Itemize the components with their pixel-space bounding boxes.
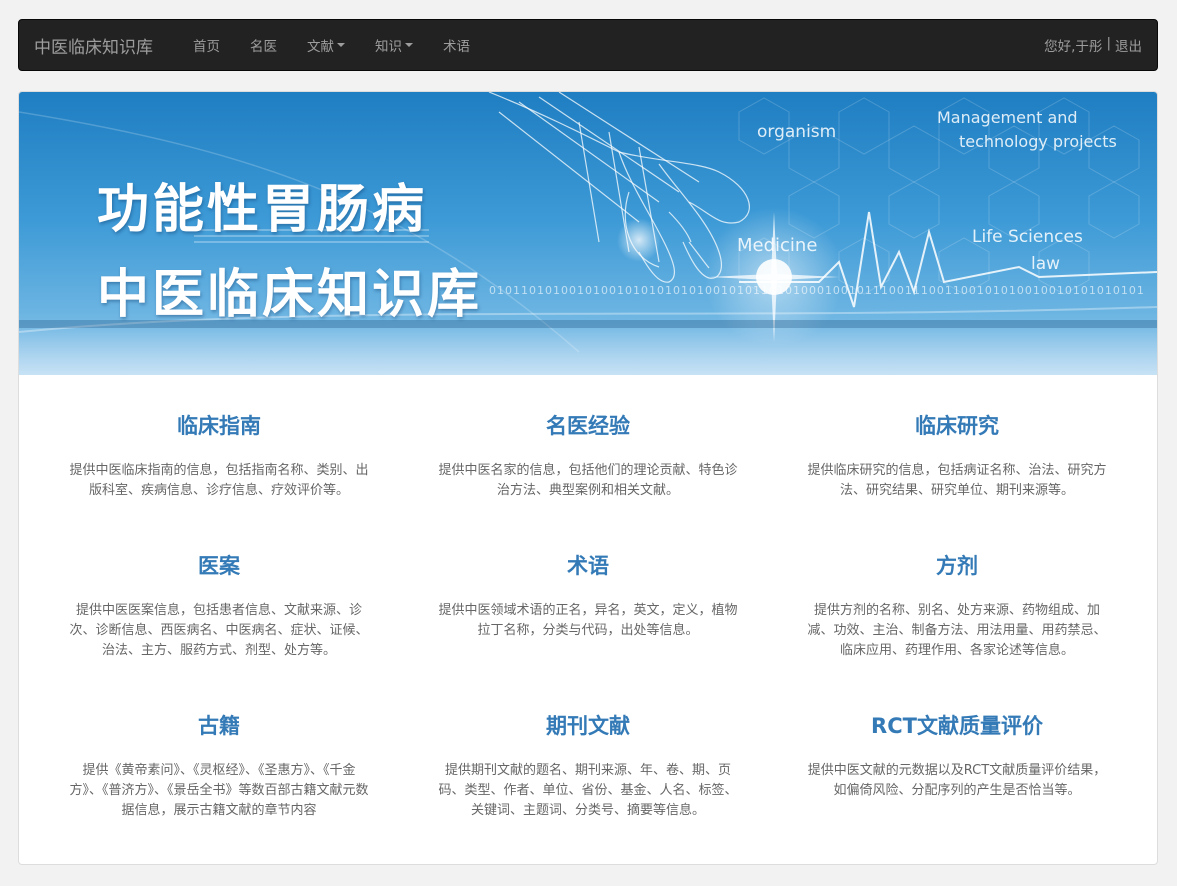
feature-description: 提供中医医案信息，包括患者信息、文献来源、诊次、诊断信息、西医病名、中医病名、症… bbox=[69, 603, 369, 658]
nav-knowledge-dropdown[interactable]: 知识 bbox=[360, 35, 428, 55]
banner-deco-management: Management and bbox=[937, 108, 1078, 127]
feature-description: 提供方剂的名称、别名、处方来源、药物组成、加减、功效、主治、制备方法、用法用量、… bbox=[807, 603, 1107, 658]
user-area: 您好,于彤 | 退出 bbox=[1044, 35, 1142, 55]
banner-title-line1: 功能性胃肠病 bbox=[97, 180, 428, 240]
nav-literature-label: 文献 bbox=[307, 39, 334, 55]
logout-link[interactable]: 退出 bbox=[1115, 35, 1142, 55]
user-separator: | bbox=[1106, 35, 1111, 51]
feature-description: 提供期刊文献的题名、期刊来源、年、卷、期、页码、类型、作者、单位、省份、基金、人… bbox=[438, 763, 738, 818]
feature-description: 提供中医文献的元数据以及RCT文献质量评价结果，如偏倚风险、分配序列的产生是否恰… bbox=[807, 763, 1107, 798]
main-panel: 功能性胃肠病 中医临床知识库 organism Management and t… bbox=[18, 91, 1158, 865]
nav-knowledge-label: 知识 bbox=[375, 39, 402, 55]
feature-clinical-research: 临床研究 提供临床研究的信息，包括病证名称、治法、研究方法、研究结果、研究单位、… bbox=[797, 411, 1117, 501]
feature-title[interactable]: 医案 bbox=[59, 551, 379, 581]
top-navbar: 中医临床知识库 首页 名医 文献 知识 术语 您好,于彤 | 退出 bbox=[18, 19, 1158, 71]
feature-journal-literature: 期刊文献 提供期刊文献的题名、期刊来源、年、卷、期、页码、类型、作者、单位、省份… bbox=[428, 711, 748, 821]
banner-deco-technology: technology projects bbox=[959, 132, 1117, 151]
caret-down-icon bbox=[337, 43, 345, 47]
banner-deco-life-sciences: Life Sciences bbox=[972, 227, 1083, 247]
user-greeting: 您好,于彤 bbox=[1044, 39, 1103, 55]
feature-rct-quality-evaluation: RCT文献质量评价 提供中医文献的元数据以及RCT文献质量评价结果，如偏倚风险、… bbox=[797, 711, 1117, 801]
banner-deco-law: law bbox=[1031, 254, 1061, 274]
nav-literature-dropdown[interactable]: 文献 bbox=[292, 35, 360, 55]
banner-binary-text: 0101101010010100101010101010010101101010… bbox=[489, 284, 1145, 297]
feature-terminology: 术语 提供中医领域术语的正名，异名，英文，定义，植物拉丁名称，分类与代码，出处等… bbox=[428, 551, 748, 641]
caret-down-icon bbox=[405, 43, 413, 47]
feature-ancient-books: 古籍 提供《黄帝素问》、《灵枢经》、《圣惠方》、《千金方》、《普济方》、《景岳全… bbox=[59, 711, 379, 821]
banner-deco-medicine: Medicine bbox=[737, 235, 818, 256]
feature-medical-cases: 医案 提供中医医案信息，包括患者信息、文献来源、诊次、诊断信息、西医病名、中医病… bbox=[59, 551, 379, 661]
feature-title[interactable]: 术语 bbox=[428, 551, 748, 581]
feature-title[interactable]: 期刊文献 bbox=[428, 711, 748, 741]
banner-deco-organism: organism bbox=[757, 122, 837, 142]
nav-terminology[interactable]: 术语 bbox=[428, 35, 485, 55]
feature-title[interactable]: 古籍 bbox=[59, 711, 379, 741]
feature-description: 提供中医领域术语的正名，异名，英文，定义，植物拉丁名称，分类与代码，出处等信息。 bbox=[438, 603, 738, 638]
feature-title[interactable]: 名医经验 bbox=[428, 411, 748, 441]
nav-home[interactable]: 首页 bbox=[178, 35, 235, 55]
main-nav: 首页 名医 文献 知识 术语 bbox=[178, 35, 485, 55]
feature-description: 提供《黄帝素问》、《灵枢经》、《圣惠方》、《千金方》、《普济方》、《景岳全书》等… bbox=[69, 763, 369, 818]
nav-famous-doctors[interactable]: 名医 bbox=[235, 35, 292, 55]
hero-banner: 功能性胃肠病 中医临床知识库 organism Management and t… bbox=[19, 92, 1157, 375]
navbar-brand[interactable]: 中医临床知识库 bbox=[19, 33, 168, 58]
feature-famous-doctor-experience: 名医经验 提供中医名家的信息，包括他们的理论贡献、特色诊治方法、典型案例和相关文… bbox=[428, 411, 748, 501]
feature-title[interactable]: 方剂 bbox=[797, 551, 1117, 581]
feature-description: 提供中医名家的信息，包括他们的理论贡献、特色诊治方法、典型案例和相关文献。 bbox=[438, 463, 738, 498]
feature-clinical-guidelines: 临床指南 提供中医临床指南的信息，包括指南名称、类别、出版科室、疾病信息、诊疗信… bbox=[59, 411, 379, 501]
feature-description: 提供中医临床指南的信息，包括指南名称、类别、出版科室、疾病信息、诊疗信息、疗效评… bbox=[69, 463, 369, 498]
feature-title[interactable]: 临床研究 bbox=[797, 411, 1117, 441]
banner-title-line2: 中医临床知识库 bbox=[97, 265, 483, 325]
feature-title[interactable]: RCT文献质量评价 bbox=[797, 711, 1117, 741]
feature-prescriptions: 方剂 提供方剂的名称、别名、处方来源、药物组成、加减、功效、主治、制备方法、用法… bbox=[797, 551, 1117, 661]
feature-title[interactable]: 临床指南 bbox=[59, 411, 379, 441]
feature-description: 提供临床研究的信息，包括病证名称、治法、研究方法、研究结果、研究单位、期刊来源等… bbox=[807, 463, 1107, 498]
